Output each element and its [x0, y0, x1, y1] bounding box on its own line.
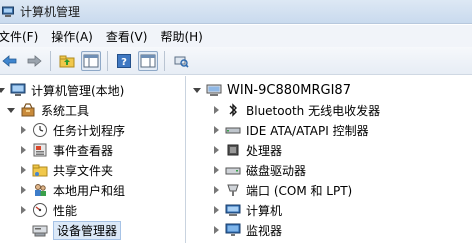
toolbar: ?: [0, 47, 472, 75]
computer-icon: [206, 82, 222, 98]
event-viewer-icon: [32, 142, 48, 158]
device-category-bluetooth[interactable]: Bluetooth 无线电收发器: [211, 100, 380, 120]
tree-node-device-manager[interactable]: 设备管理器: [18, 220, 122, 240]
menu-view[interactable]: 查看(V): [106, 28, 155, 45]
navigation-tree: 计算机管理(本地) 系统工具 任务计划程序 事件查看器 共享文件夹 本地用户和组…: [0, 76, 186, 243]
menu-action[interactable]: 操作(A): [51, 28, 100, 45]
expand-arrow-icon[interactable]: [211, 185, 221, 195]
tree-label-performance: 性能: [53, 203, 78, 218]
toolbar-separator: [107, 50, 108, 71]
tree-label-device-manager: 设备管理器: [53, 220, 122, 240]
scan-hardware-button[interactable]: [171, 51, 191, 71]
action-pane-icon: [140, 54, 156, 67]
computer-management-icon: [10, 82, 26, 98]
system-tools-icon: [20, 102, 36, 118]
expand-arrow-icon[interactable]: [211, 165, 221, 175]
device-tree: WIN-9C880MRGI87 Bluetooth 无线电收发器 IDE ATA…: [189, 76, 472, 243]
tree-label-shared-folders: 共享文件夹: [53, 163, 114, 178]
device-label-ports: 端口 (COM 和 LPT): [246, 183, 353, 198]
collapse-arrow-icon[interactable]: [6, 105, 16, 115]
device-label-monitors: 监视器: [246, 223, 283, 238]
back-icon: [2, 54, 17, 67]
tree-node-task-scheduler[interactable]: 任务计划程序: [18, 120, 125, 140]
device-label-processor: 处理器: [246, 143, 283, 158]
expand-arrow-icon[interactable]: [211, 125, 221, 135]
monitor-icon: [225, 222, 241, 238]
processor-icon: [225, 142, 241, 158]
tree-node-local-users-groups[interactable]: 本地用户和组: [18, 180, 125, 200]
menu-bar: 文件(F) 操作(A) 查看(V) 帮助(H): [0, 25, 472, 47]
menu-help[interactable]: 帮助(H): [160, 28, 209, 45]
tree-node-system-tools[interactable]: 系统工具: [6, 100, 89, 120]
device-category-computer[interactable]: 计算机: [211, 200, 282, 220]
forward-button[interactable]: [24, 51, 44, 71]
tree-label-task-scheduler: 任务计划程序: [53, 123, 126, 138]
bluetooth-icon: [225, 102, 241, 118]
help-icon: ?: [117, 53, 131, 68]
ide-controller-icon: [225, 122, 241, 138]
shared-folder-icon: [32, 162, 48, 178]
tree-node-performance[interactable]: 性能: [18, 200, 77, 220]
device-label-bluetooth: Bluetooth 无线电收发器: [246, 103, 381, 118]
device-label-computer: 计算机: [246, 203, 283, 218]
device-category-ports[interactable]: 端口 (COM 和 LPT): [211, 180, 352, 200]
device-label-disk-drives: 磁盘驱动器: [246, 163, 307, 178]
tree-node-root[interactable]: 计算机管理(本地): [0, 80, 124, 100]
expand-arrow-icon[interactable]: [18, 205, 28, 215]
toolbar-separator: [50, 50, 51, 71]
users-icon: [32, 182, 48, 198]
back-button[interactable]: [0, 51, 20, 71]
title-bar: 计算机管理: [0, 0, 472, 24]
expand-arrow-icon[interactable]: [211, 105, 221, 115]
menu-file[interactable]: 文件(F): [0, 28, 45, 45]
expand-arrow-icon[interactable]: [18, 185, 28, 195]
device-category-monitors[interactable]: 监视器: [211, 220, 282, 240]
tree-label-event-viewer: 事件查看器: [53, 143, 114, 158]
window-title: 计算机管理: [20, 5, 81, 19]
expand-arrow-icon[interactable]: [18, 165, 28, 175]
scan-hardware-icon: [174, 56, 189, 68]
device-root-computer[interactable]: WIN-9C880MRGI87: [192, 80, 351, 100]
tree-label-system-tools: 系统工具: [41, 103, 90, 118]
tree-label-root: 计算机管理(本地): [31, 83, 125, 98]
up-folder-icon: [59, 55, 75, 67]
tree-node-shared-folders[interactable]: 共享文件夹: [18, 160, 113, 180]
clock-icon: [32, 122, 48, 138]
up-folder-button[interactable]: [57, 51, 77, 71]
device-category-processor[interactable]: 处理器: [211, 140, 282, 160]
computer-name: WIN-9C880MRGI87: [227, 82, 351, 98]
expand-arrow-icon[interactable]: [211, 145, 221, 155]
computer-icon: [225, 202, 241, 218]
expand-arrow-icon[interactable]: [211, 225, 221, 235]
expand-arrow-icon[interactable]: [18, 145, 28, 155]
action-pane-button[interactable]: [138, 50, 158, 71]
tree-node-event-viewer[interactable]: 事件查看器: [18, 140, 113, 160]
forward-icon: [27, 54, 42, 67]
show-hide-tree-icon: [83, 54, 99, 67]
tree-label-local-users-groups: 本地用户和组: [53, 183, 126, 198]
disk-drive-icon: [225, 162, 241, 178]
device-category-disk-drives[interactable]: 磁盘驱动器: [211, 160, 306, 180]
port-icon: [225, 182, 241, 198]
device-label-ide: IDE ATA/ATAPI 控制器: [246, 123, 369, 138]
show-hide-tree-button[interactable]: [81, 50, 101, 71]
computer-management-icon: [2, 6, 14, 18]
help-button[interactable]: ?: [114, 51, 134, 71]
collapse-arrow-icon[interactable]: [0, 85, 6, 95]
device-category-ide[interactable]: IDE ATA/ATAPI 控制器: [211, 120, 369, 140]
device-manager-icon: [32, 222, 48, 238]
performance-icon: [32, 202, 48, 218]
toolbar-separator: [164, 50, 165, 71]
collapse-arrow-icon[interactable]: [192, 85, 202, 95]
svg-text:?: ?: [121, 57, 127, 68]
expand-arrow-icon[interactable]: [18, 125, 28, 135]
expand-arrow-icon[interactable]: [211, 205, 221, 215]
